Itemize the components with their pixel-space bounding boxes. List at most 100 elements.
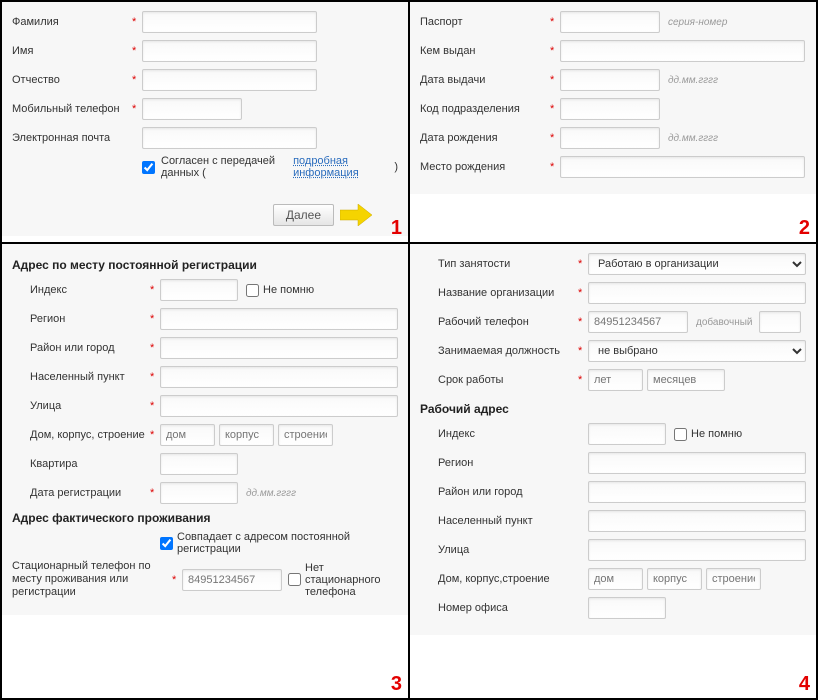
input-reg-house[interactable] (160, 424, 215, 446)
label-extension: добавочный (696, 317, 753, 328)
label-org-name: Название организации (438, 287, 578, 299)
label-work-office: Номер офиса (438, 602, 578, 614)
consent-link[interactable]: подробная информация (293, 155, 392, 179)
step-3-panel: Адрес по месту постоянной регистрации Ин… (2, 244, 408, 615)
label-issued-by: Кем выдан (420, 45, 550, 57)
label-work-region: Регион (438, 457, 578, 469)
form-steps-grid: Фамилия * Имя * Отчество * Мобильный тел… (0, 0, 818, 700)
input-work-house[interactable] (588, 568, 643, 590)
label-birth-date: Дата рождения (420, 132, 550, 144)
label-work-phone: Рабочий телефон (438, 316, 578, 328)
input-issued-by[interactable] (560, 40, 805, 62)
label-employment-type: Тип занятости (438, 258, 578, 270)
step-4-cell: Тип занятости * Работаю в организации На… (409, 243, 817, 699)
select-employment-type[interactable]: Работаю в организации (588, 253, 806, 275)
step-number-2: 2 (799, 217, 810, 240)
label-reg-index: Индекс (30, 284, 150, 296)
input-firstname[interactable] (142, 40, 317, 62)
label-email: Электронная почта (12, 132, 132, 144)
label-lastname: Фамилия (12, 16, 132, 28)
arrow-right-icon (340, 204, 372, 226)
label-passport: Паспорт (420, 16, 550, 28)
input-reg-block[interactable] (219, 424, 274, 446)
input-birth-place[interactable] (560, 156, 805, 178)
checkbox-work-not-remember[interactable] (674, 428, 687, 441)
step-3-cell: Адрес по месту постоянной регистрации Ин… (1, 243, 409, 699)
work-address-header: Рабочий адрес (420, 402, 806, 416)
input-reg-region[interactable] (160, 308, 398, 330)
label-no-landline: Нет стационарного телефона (305, 562, 398, 598)
label-not-remember: Не помню (263, 284, 314, 296)
input-patronymic[interactable] (142, 69, 317, 91)
input-reg-street[interactable] (160, 395, 398, 417)
input-email[interactable] (142, 127, 317, 149)
label-reg-house: Дом, корпус, строение (30, 429, 150, 441)
consent-text: Согласен с передачей данных ( (161, 155, 291, 179)
input-passport[interactable] (560, 11, 660, 33)
label-work-index: Индекс (438, 428, 578, 440)
input-work-region[interactable] (588, 452, 806, 474)
next-button[interactable]: Далее (273, 204, 334, 226)
input-reg-apartment[interactable] (160, 453, 238, 475)
input-work-index[interactable] (588, 423, 666, 445)
label-patronymic: Отчество (12, 74, 132, 86)
label-landline: Стационарный телефон по месту проживания… (12, 560, 172, 600)
step-number-1: 1 (391, 217, 402, 240)
input-reg-index[interactable] (160, 279, 238, 301)
label-reg-date: Дата регистрации (30, 487, 150, 499)
hint-issue-date: дд.мм.гггг (668, 75, 718, 86)
checkbox-consent[interactable] (142, 161, 155, 174)
label-reg-region: Регион (30, 313, 150, 325)
step-4-panel: Тип занятости * Работаю в организации На… (410, 244, 816, 635)
input-work-block[interactable] (647, 568, 702, 590)
hint-passport: серия-номер (668, 17, 727, 28)
input-work-street[interactable] (588, 539, 806, 561)
input-tenure-years[interactable] (588, 369, 643, 391)
input-lastname[interactable] (142, 11, 317, 33)
label-work-not-remember: Не помню (691, 428, 742, 440)
consent-close: ) (394, 161, 398, 173)
hint-birth-date: дд.мм.гггг (668, 133, 718, 144)
input-reg-district[interactable] (160, 337, 398, 359)
input-birth-date[interactable] (560, 127, 660, 149)
input-reg-locality[interactable] (160, 366, 398, 388)
step-1-cell: Фамилия * Имя * Отчество * Мобильный тел… (1, 1, 409, 243)
checkbox-no-landline[interactable] (288, 573, 301, 586)
label-work-locality: Населенный пункт (438, 515, 578, 527)
input-work-locality[interactable] (588, 510, 806, 532)
input-extension[interactable] (759, 311, 801, 333)
input-work-office[interactable] (588, 597, 666, 619)
hint-reg-date: дд.мм.гггг (246, 488, 296, 499)
label-mobile: Мобильный телефон (12, 103, 132, 115)
input-work-building[interactable] (706, 568, 761, 590)
input-work-phone[interactable] (588, 311, 688, 333)
input-work-district[interactable] (588, 481, 806, 503)
label-same-address: Совпадает с адресом постоянной регистрац… (177, 531, 398, 555)
label-issue-date: Дата выдачи (420, 74, 550, 86)
input-tenure-months[interactable] (647, 369, 725, 391)
step-number-3: 3 (391, 673, 402, 696)
label-reg-apartment: Квартира (30, 458, 150, 470)
checkbox-reg-not-remember[interactable] (246, 284, 259, 297)
input-mobile[interactable] (142, 98, 242, 120)
checkbox-same-address[interactable] (160, 537, 173, 550)
label-firstname: Имя (12, 45, 132, 57)
input-reg-date[interactable] (160, 482, 238, 504)
reg-address-header: Адрес по месту постоянной регистрации (12, 258, 398, 272)
label-tenure: Срок работы (438, 374, 578, 386)
label-reg-district: Район или город (30, 342, 150, 354)
label-reg-street: Улица (30, 400, 150, 412)
input-reg-building[interactable] (278, 424, 333, 446)
label-work-house: Дом, корпус,строение (438, 573, 578, 585)
input-org-name[interactable] (588, 282, 806, 304)
label-birth-place: Место рождения (420, 161, 550, 173)
fact-address-header: Адрес фактического проживания (12, 511, 398, 525)
step-2-cell: Паспорт * серия-номер Кем выдан * Дата в… (409, 1, 817, 243)
input-issue-date[interactable] (560, 69, 660, 91)
step-1-panel: Фамилия * Имя * Отчество * Мобильный тел… (2, 2, 408, 236)
step-number-4: 4 (799, 673, 810, 696)
input-dept-code[interactable] (560, 98, 660, 120)
input-landline[interactable] (182, 569, 282, 591)
label-work-street: Улица (438, 544, 578, 556)
select-position[interactable]: не выбрано (588, 340, 806, 362)
